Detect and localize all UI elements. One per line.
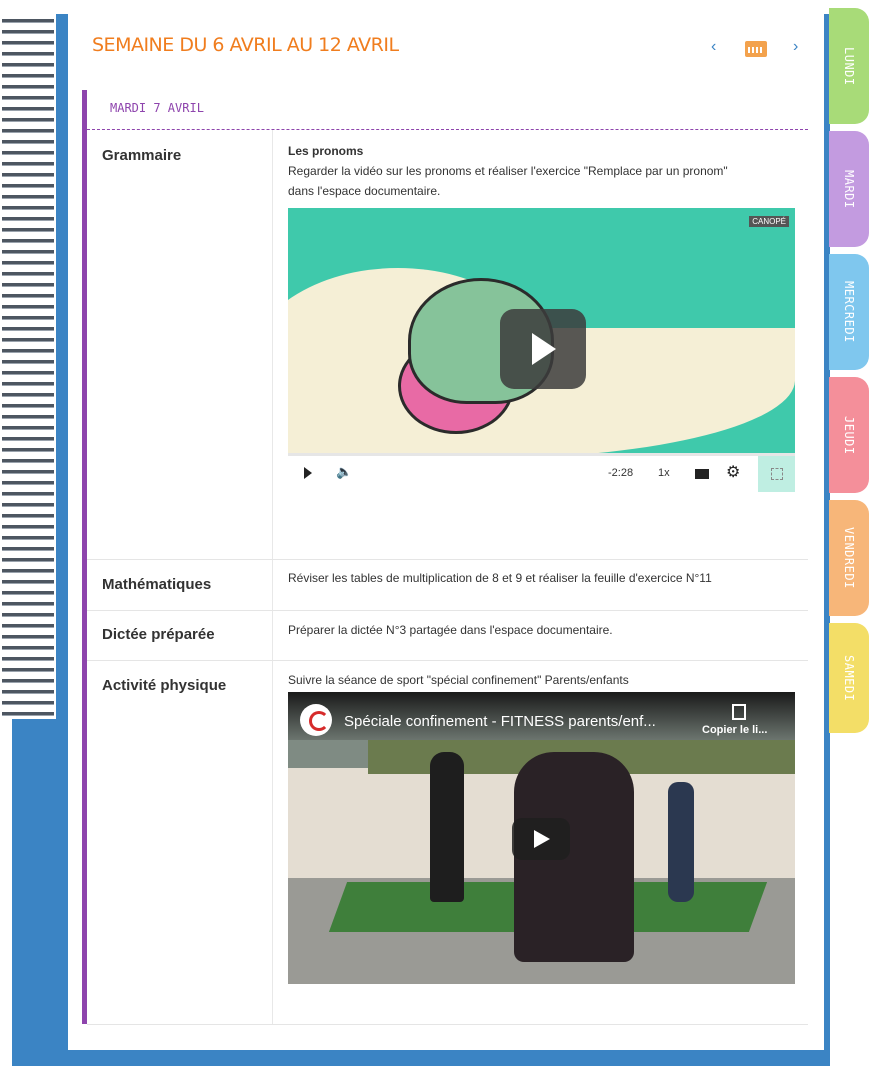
tab-vendredi[interactable]: VENDREDI xyxy=(829,500,869,616)
channel-logo: CANOPÉ xyxy=(749,216,789,227)
tab-label: LUNDI xyxy=(842,46,856,86)
previous-week-button[interactable]: ‹ xyxy=(711,38,716,56)
channel-avatar[interactable] xyxy=(300,704,332,736)
fullscreen-icon[interactable] xyxy=(758,456,795,492)
row-divider xyxy=(87,660,808,661)
task-line: dans l'espace documentaire. xyxy=(288,184,441,198)
task-dictee: Préparer la dictée N°3 partagée dans l'e… xyxy=(288,623,613,637)
video-scene xyxy=(430,752,464,902)
column-divider xyxy=(272,130,273,1024)
row-divider xyxy=(87,610,808,611)
tab-samedi[interactable]: SAMEDI xyxy=(829,623,869,733)
row-divider xyxy=(87,559,808,560)
next-week-button[interactable]: › xyxy=(793,38,798,56)
day-divider xyxy=(87,129,808,130)
fitness-video-player[interactable]: Spéciale confinement - FITNESS parents/e… xyxy=(288,692,795,984)
week-title: SEMAINE DU 6 AVRIL AU 12 AVRIL xyxy=(92,34,399,56)
copy-link-button[interactable]: Copier le li... xyxy=(702,724,767,736)
tab-mercredi[interactable]: MERCREDI xyxy=(829,254,869,370)
video-title[interactable]: Spéciale confinement - FITNESS parents/e… xyxy=(344,713,656,730)
subject-dictee: Dictée préparée xyxy=(102,626,215,643)
captions-icon[interactable] xyxy=(695,469,709,479)
subject-activite-physique: Activité physique xyxy=(102,677,227,694)
tab-label: SAMEDI xyxy=(842,654,856,702)
day-accent-bar xyxy=(82,90,87,1024)
copy-icon[interactable] xyxy=(732,704,746,720)
video-scene xyxy=(668,782,694,902)
subject-grammaire: Grammaire xyxy=(102,147,182,164)
task-mathematiques: Réviser les tables de multiplication de … xyxy=(288,571,712,585)
video-controls: 🔈 -2:28 1x ⚙ xyxy=(288,456,795,492)
tab-mardi[interactable]: MARDI xyxy=(829,131,869,247)
tab-label: MERCREDI xyxy=(842,281,856,343)
play-icon[interactable] xyxy=(304,467,312,479)
day-title: MARDI 7 AVRIL xyxy=(110,101,204,115)
volume-icon[interactable]: 🔈 xyxy=(336,464,352,480)
tab-label: JEUDI xyxy=(842,415,856,455)
tab-label: MARDI xyxy=(842,169,856,209)
task-line: Regarder la vidéo sur les pronoms et réa… xyxy=(288,164,728,178)
calendar-icon[interactable] xyxy=(745,41,767,57)
gear-icon[interactable]: ⚙ xyxy=(726,462,740,482)
spiral-binding xyxy=(0,14,58,719)
playback-speed-button[interactable]: 1x xyxy=(658,467,670,479)
play-icon[interactable] xyxy=(512,818,570,860)
task-grammaire: Les pronoms Regarder la vidéo sur les pr… xyxy=(288,141,728,201)
task-activite-physique: Suivre la séance de sport "spécial confi… xyxy=(288,673,629,687)
subject-mathematiques: Mathématiques xyxy=(102,576,212,593)
row-divider xyxy=(87,1024,808,1025)
play-icon[interactable] xyxy=(500,309,586,389)
grammar-video-player[interactable]: CANOPÉ 🔈 -2:28 1x ⚙ xyxy=(288,208,795,492)
tab-jeudi[interactable]: JEUDI xyxy=(829,377,869,493)
task-heading: Les pronoms xyxy=(288,144,364,158)
time-remaining: -2:28 xyxy=(608,467,634,479)
tab-label: VENDREDI xyxy=(842,527,856,589)
tab-lundi[interactable]: LUNDI xyxy=(829,8,869,124)
